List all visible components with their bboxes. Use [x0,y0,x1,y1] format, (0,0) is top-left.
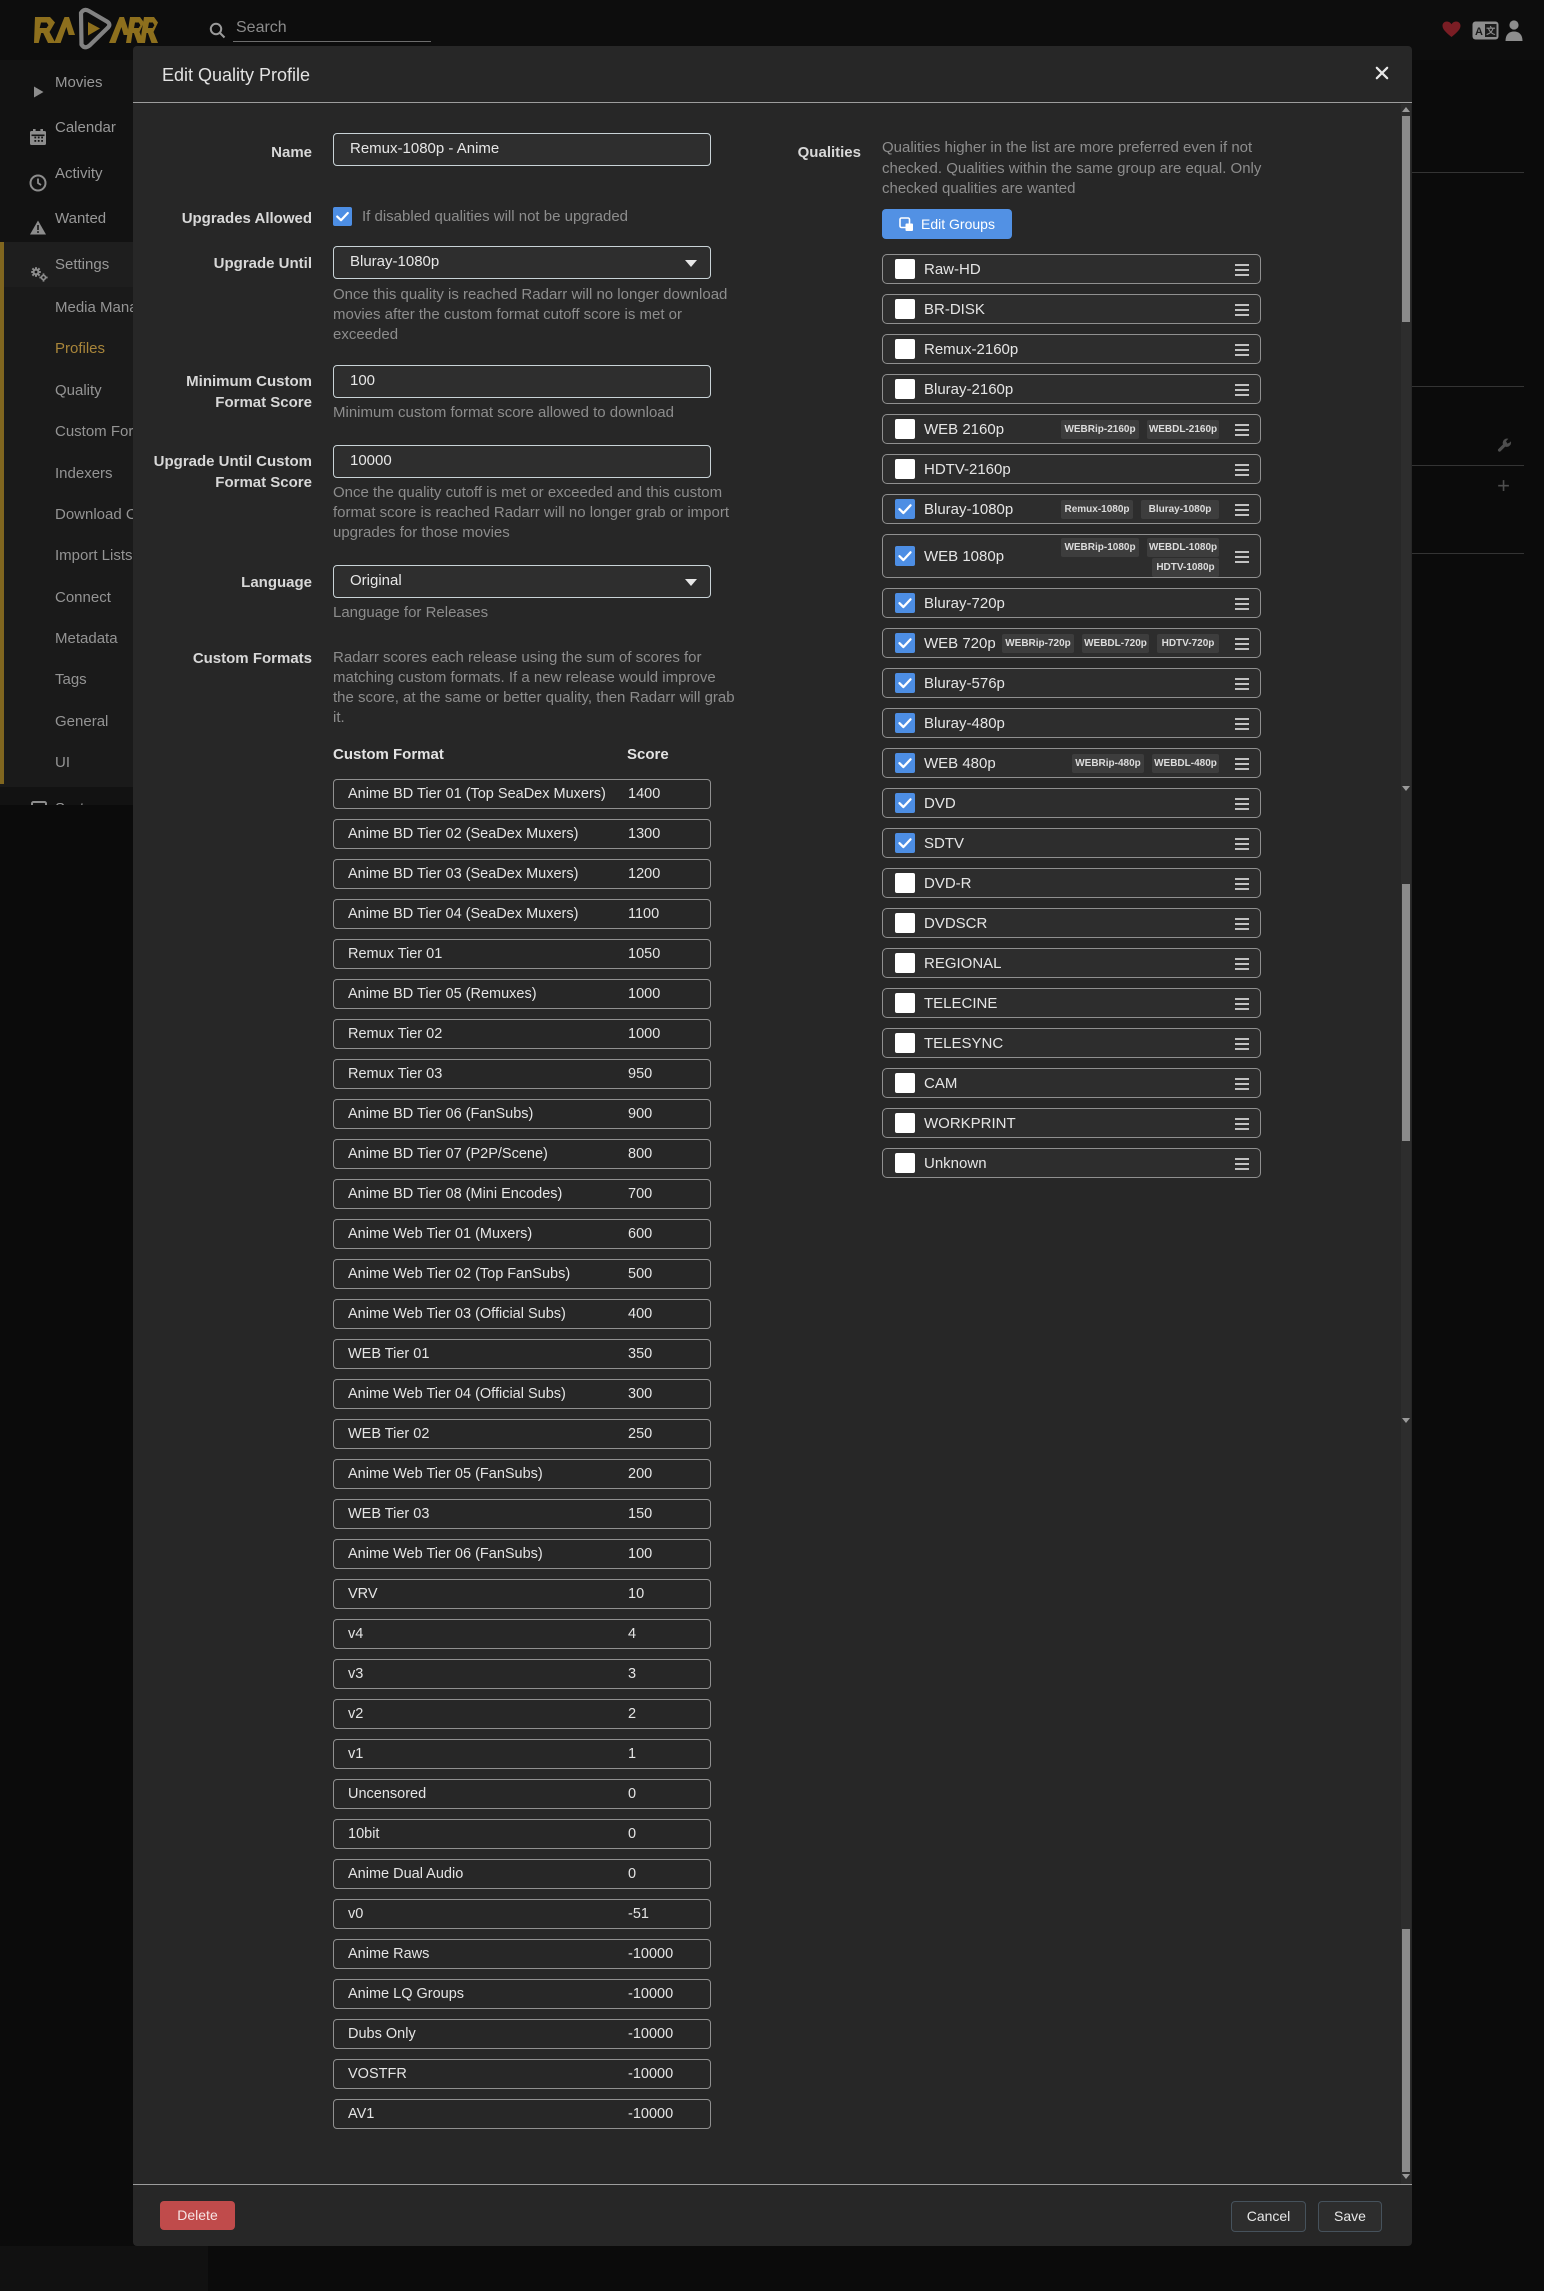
svg-text:A: A [1475,26,1483,38]
svg-text:文: 文 [1485,25,1496,36]
